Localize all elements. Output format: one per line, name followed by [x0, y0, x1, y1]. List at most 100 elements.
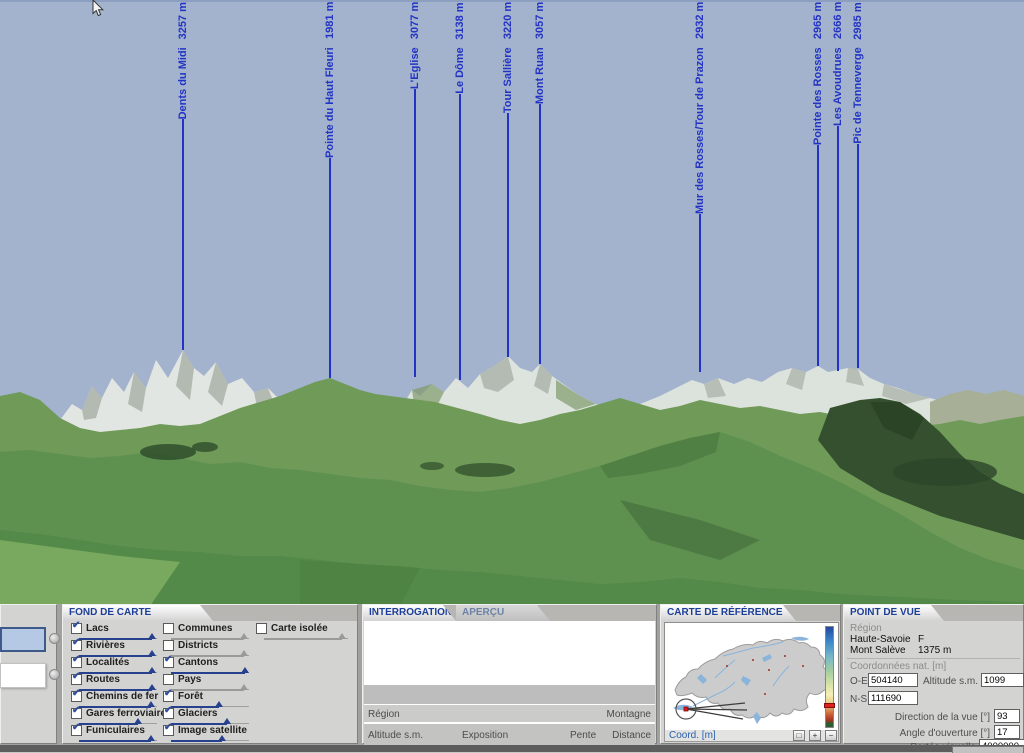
peak-label-text: Le Dôme3138 m: [453, 2, 467, 94]
layer-label: Image satellite: [178, 725, 247, 736]
panel-title: FOND DE CARTE: [69, 607, 151, 618]
peak-name: Tour Sallière: [502, 47, 514, 113]
layer-label: Localités: [86, 657, 129, 668]
slider-thumb[interactable]: [338, 633, 346, 639]
region-row: Région Montagne: [364, 705, 655, 722]
layer-checkbox[interactable]: [71, 623, 82, 634]
slider-thumb[interactable]: [148, 633, 156, 639]
slider-thumb[interactable]: [215, 701, 223, 707]
slider-thumb[interactable]: [148, 650, 156, 656]
layer-checkbox[interactable]: [71, 657, 82, 668]
peak-label: Pointe du Haut Fleuri 1981 m: [323, 2, 337, 378]
layer-checkbox[interactable]: [256, 623, 267, 634]
layer-checkbox[interactable]: [163, 623, 174, 634]
slider-thumb[interactable]: [223, 718, 231, 724]
layer-checkbox[interactable]: [163, 640, 174, 651]
oe-input[interactable]: [868, 673, 918, 687]
region-name: Haute-Savoie: [850, 634, 911, 645]
map-zoom-out-button[interactable]: −: [825, 730, 837, 741]
layer-opacity-slider[interactable]: [171, 736, 249, 742]
layer-item: Image satellite: [163, 725, 249, 742]
coords-label: Coordonnées nat. [m]: [850, 661, 946, 672]
blue-color-swatch[interactable]: [0, 627, 46, 652]
peak-leader-line: [539, 104, 541, 364]
layer-opacity-slider[interactable]: [264, 634, 348, 640]
slider-thumb[interactable]: [148, 667, 156, 673]
app-window: Dents du Midi 3257 m Pointe du Haut Fleuri…: [0, 0, 1024, 753]
layer-label: Pays: [178, 674, 201, 685]
bottom-scroll-handle[interactable]: [952, 746, 1024, 753]
point-de-vue-title-tab: POINT DE VUE: [844, 605, 944, 621]
peak-name: Dents du Midi: [177, 47, 189, 119]
slider-thumb[interactable]: [148, 684, 156, 690]
slider-thumb[interactable]: [134, 718, 142, 724]
peak-name: Pointe du Haut Fleuri: [324, 47, 336, 158]
switzerland-map: [665, 624, 825, 730]
reference-map[interactable]: [664, 622, 839, 732]
slider-fill: [79, 740, 151, 742]
peak-elevation: 3077 m: [409, 2, 421, 39]
layer-checkbox[interactable]: [71, 708, 82, 719]
slider-thumb[interactable]: [218, 735, 226, 741]
interrogation-result-area: Région Montagne Altitude s.m. Exposition…: [364, 621, 655, 742]
peak-label: Pic de Tenneverge2985 m: [851, 2, 865, 368]
layer-checkbox[interactable]: [163, 691, 174, 702]
peak-elevation: 1981 m: [324, 2, 336, 39]
peak-name: Mont Ruan: [534, 47, 546, 104]
elevation-color-scale: [825, 626, 834, 728]
layer-checkbox[interactable]: [163, 725, 174, 736]
slider-thumb[interactable]: [240, 684, 248, 690]
viewpoint-marker: [684, 707, 688, 711]
carte-de-reference-title-tab: CARTE DE RÉFÉRENCE: [661, 605, 796, 621]
altitude-label: Altitude s.m.: [368, 730, 423, 741]
layer-opacity-slider[interactable]: [79, 736, 157, 742]
layer-checkbox[interactable]: [163, 674, 174, 685]
panel-header: POINT DE VUE: [844, 605, 1023, 621]
tab-interrogation[interactable]: INTERROGATION: [363, 605, 456, 621]
layer-label: Routes: [86, 674, 120, 685]
peak-leader-line: [414, 89, 416, 377]
layer-checkbox[interactable]: [163, 708, 174, 719]
tab-apercu[interactable]: APERÇU: [456, 605, 550, 621]
direction-input[interactable]: [994, 709, 1020, 723]
slider-thumb[interactable]: [147, 701, 155, 707]
layer-item: Routes: [71, 674, 157, 691]
layer-checkbox[interactable]: [71, 640, 82, 651]
layer-item: Districts: [163, 640, 249, 657]
peak-elevation: 3220 m: [502, 2, 514, 39]
layer-label: Cantons: [178, 657, 218, 668]
slider-fill: [171, 740, 222, 742]
ns-input[interactable]: [868, 691, 918, 705]
peak-label-text: Mont Ruan3057 m: [533, 2, 547, 104]
white-color-swatch[interactable]: [0, 663, 46, 688]
color-picker-icon[interactable]: [49, 669, 60, 680]
peak-label-text: Tour Sallière 3220 m: [501, 2, 515, 113]
layer-checkbox[interactable]: [163, 657, 174, 668]
altitude-input[interactable]: [981, 673, 1024, 687]
layer-checkbox[interactable]: [71, 725, 82, 736]
layer-label: Lacs: [86, 623, 109, 634]
map-fullscreen-button[interactable]: □: [793, 730, 805, 741]
peak-name: L'Eglise: [409, 47, 421, 89]
window-bottom-edge: [0, 745, 1024, 752]
slider-thumb[interactable]: [240, 650, 248, 656]
peak-leader-line: [329, 158, 331, 378]
peak-elevation: 2932 m: [694, 2, 706, 39]
angle-input[interactable]: [994, 725, 1020, 739]
layer-column-2: CommunesDistrictsCantonsPaysForêtGlacier…: [163, 623, 249, 742]
map-zoom-in-button[interactable]: +: [809, 730, 821, 741]
layer-item: Glaciers: [163, 708, 249, 725]
slider-thumb[interactable]: [241, 667, 249, 673]
peak-name: Les Avoudrues: [832, 47, 844, 126]
layer-checkbox[interactable]: [71, 674, 82, 685]
peak-elevation: 3257 m: [177, 2, 189, 39]
region-label: Région: [368, 709, 400, 720]
panorama-3d-view[interactable]: Dents du Midi 3257 m Pointe du Haut Fleuri…: [0, 0, 1024, 606]
layer-item: Cantons: [163, 657, 249, 674]
color-picker-icon[interactable]: [49, 633, 60, 644]
layer-checkbox[interactable]: [71, 691, 82, 702]
slider-thumb[interactable]: [240, 633, 248, 639]
tab-label: INTERROGATION: [369, 607, 452, 618]
ns-label: N-S: [850, 694, 867, 705]
slider-thumb[interactable]: [147, 735, 155, 741]
